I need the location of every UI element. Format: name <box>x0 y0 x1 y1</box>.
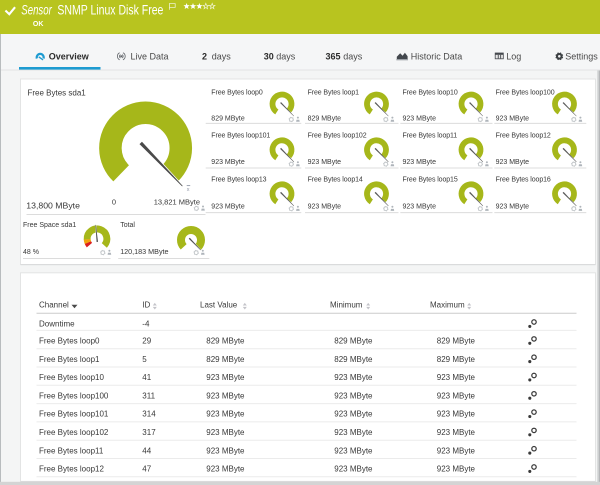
svg-text:44: 44 <box>142 446 151 455</box>
svg-text:days: days <box>212 52 232 62</box>
svg-text:923 MByte: 923 MByte <box>206 428 245 437</box>
svg-text:829 MByte: 829 MByte <box>437 337 476 346</box>
svg-text:829 MByte: 829 MByte <box>211 115 245 122</box>
svg-text:29: 29 <box>142 337 151 346</box>
svg-text:923 MByte: 923 MByte <box>334 391 373 400</box>
svg-text:Downtime: Downtime <box>39 320 75 329</box>
svg-text:923 MByte: 923 MByte <box>496 159 530 166</box>
svg-text:Settings: Settings <box>565 52 598 62</box>
svg-text:923 MByte: 923 MByte <box>403 159 437 166</box>
svg-text:923 MByte: 923 MByte <box>334 428 373 437</box>
svg-text:311: 311 <box>142 391 155 400</box>
svg-text:923 MByte: 923 MByte <box>437 428 476 437</box>
svg-text:Free Bytes loop0: Free Bytes loop0 <box>211 90 263 97</box>
svg-text:Historic Data: Historic Data <box>411 52 463 62</box>
svg-text:317: 317 <box>142 428 156 437</box>
svg-text:x: x <box>187 187 190 193</box>
svg-text:Free Bytes loop12: Free Bytes loop12 <box>496 133 551 140</box>
svg-text:OK: OK <box>33 21 44 28</box>
svg-text:0: 0 <box>112 198 116 207</box>
svg-text:Free Bytes loop16: Free Bytes loop16 <box>496 177 551 184</box>
svg-text:923 MByte: 923 MByte <box>437 465 476 474</box>
svg-text:Sensor: Sensor <box>21 3 52 18</box>
svg-text:923 MByte: 923 MByte <box>437 410 476 419</box>
svg-text:Free Bytes loop0: Free Bytes loop0 <box>39 337 100 346</box>
svg-text:Free Bytes loop11: Free Bytes loop11 <box>403 133 458 140</box>
svg-text:13,821 MByte: 13,821 MByte <box>154 198 200 207</box>
svg-text:923 MByte: 923 MByte <box>437 446 476 455</box>
svg-text:923 MByte: 923 MByte <box>403 204 437 211</box>
svg-text:Overview: Overview <box>49 52 90 62</box>
svg-text:923 MByte: 923 MByte <box>206 446 245 455</box>
svg-text:Free Bytes sda1: Free Bytes sda1 <box>28 88 87 97</box>
svg-text:SNMP Linux Disk Free: SNMP Linux Disk Free <box>57 3 163 18</box>
svg-text:13,800 MByte: 13,800 MByte <box>26 201 80 211</box>
svg-text:923 MByte: 923 MByte <box>206 373 245 382</box>
svg-text:923 MByte: 923 MByte <box>334 410 373 419</box>
svg-text:Free Bytes loop102: Free Bytes loop102 <box>308 133 367 140</box>
svg-text:923 MByte: 923 MByte <box>206 391 245 400</box>
svg-text:Last Value: Last Value <box>200 301 238 310</box>
svg-text:Free Bytes loop14: Free Bytes loop14 <box>308 177 363 184</box>
svg-text:923 MByte: 923 MByte <box>496 115 530 122</box>
svg-text:Minimum: Minimum <box>330 301 363 310</box>
svg-text:923 MByte: 923 MByte <box>211 204 245 211</box>
svg-text:923 MByte: 923 MByte <box>496 204 530 211</box>
svg-text:923 MByte: 923 MByte <box>334 465 373 474</box>
svg-text:829 MByte: 829 MByte <box>437 355 476 364</box>
svg-text:Free Bytes loop12: Free Bytes loop12 <box>39 465 104 474</box>
svg-text:Log: Log <box>506 52 521 62</box>
svg-text:5: 5 <box>142 355 147 364</box>
svg-text:41: 41 <box>142 373 151 382</box>
svg-text:923 MByte: 923 MByte <box>403 115 437 122</box>
svg-text:923 MByte: 923 MByte <box>206 410 245 419</box>
svg-text:923 MByte: 923 MByte <box>308 159 342 166</box>
svg-text:314: 314 <box>142 410 156 419</box>
svg-text:Free Bytes loop100: Free Bytes loop100 <box>496 90 555 97</box>
svg-text:Free Bytes loop101: Free Bytes loop101 <box>39 410 109 419</box>
svg-text:48 %: 48 % <box>23 249 39 256</box>
svg-text:47: 47 <box>142 465 151 474</box>
svg-text:923 MByte: 923 MByte <box>437 391 476 400</box>
svg-text:Free Bytes loop10: Free Bytes loop10 <box>403 90 458 97</box>
svg-text:Free Bytes loop11: Free Bytes loop11 <box>39 446 104 455</box>
svg-text:Channel: Channel <box>39 301 69 310</box>
svg-text:365: 365 <box>326 52 341 62</box>
svg-text:Total: Total <box>120 222 135 229</box>
svg-text:923 MByte: 923 MByte <box>437 373 476 382</box>
svg-text:829 MByte: 829 MByte <box>206 355 245 364</box>
svg-text:923 MByte: 923 MByte <box>308 204 342 211</box>
svg-text:days: days <box>343 52 363 62</box>
svg-text:30: 30 <box>264 52 274 62</box>
svg-text:Live Data: Live Data <box>131 52 169 62</box>
svg-text:Maximum: Maximum <box>430 301 465 310</box>
svg-text:Free Bytes loop100: Free Bytes loop100 <box>39 391 109 400</box>
svg-text:-4: -4 <box>142 320 150 329</box>
svg-text:Free Bytes loop1: Free Bytes loop1 <box>39 355 100 364</box>
svg-text:Free Bytes loop1: Free Bytes loop1 <box>308 90 360 97</box>
svg-text:829 MByte: 829 MByte <box>334 355 373 364</box>
svg-text:923 MByte: 923 MByte <box>334 373 373 382</box>
svg-text:days: days <box>276 52 296 62</box>
svg-text:2: 2 <box>202 52 207 62</box>
svg-text:Free Bytes loop102: Free Bytes loop102 <box>39 428 109 437</box>
svg-text:829 MByte: 829 MByte <box>308 115 342 122</box>
svg-text:Free Bytes loop15: Free Bytes loop15 <box>403 177 458 184</box>
svg-text:923 MByte: 923 MByte <box>211 159 245 166</box>
svg-text:Free Bytes loop10: Free Bytes loop10 <box>39 373 104 382</box>
svg-text:ID: ID <box>142 301 150 310</box>
svg-text:Free Bytes loop101: Free Bytes loop101 <box>211 133 270 140</box>
svg-text:829 MByte: 829 MByte <box>334 337 373 346</box>
svg-text:923 MByte: 923 MByte <box>334 446 373 455</box>
svg-text:Free Space sda1: Free Space sda1 <box>23 222 76 229</box>
svg-text:923 MByte: 923 MByte <box>206 465 245 474</box>
svg-text:Free Bytes loop13: Free Bytes loop13 <box>211 177 266 184</box>
svg-text:120,183 MByte: 120,183 MByte <box>120 247 168 256</box>
svg-text:829 MByte: 829 MByte <box>206 337 245 346</box>
